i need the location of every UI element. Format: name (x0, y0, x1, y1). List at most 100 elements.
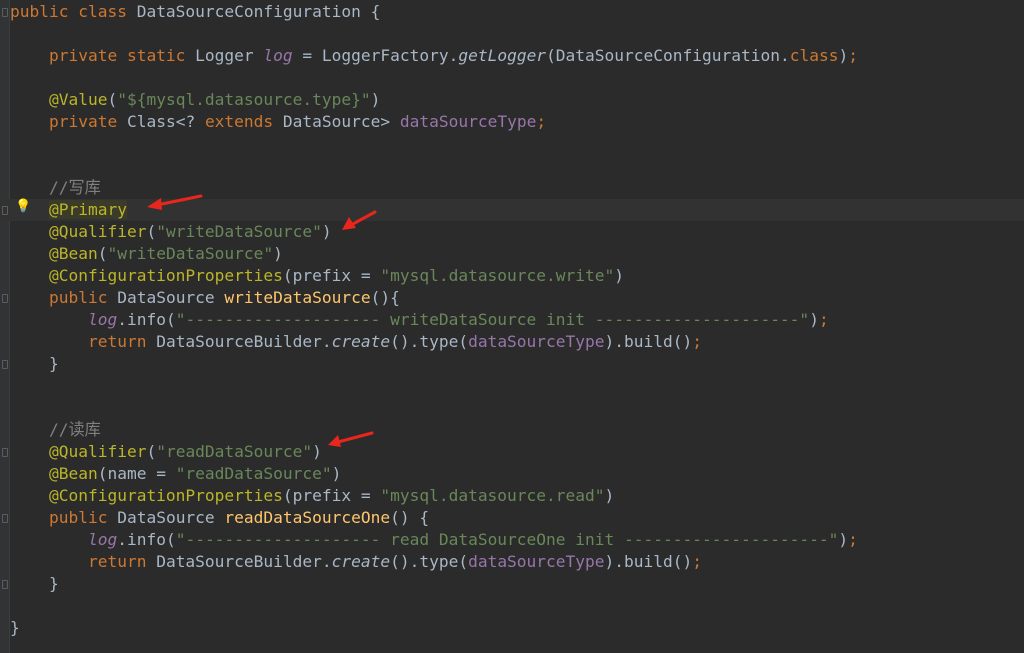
annotation-arrow-write-qualifier (342, 210, 377, 230)
code-line[interactable]: public class DataSourceConfiguration { (0, 1, 1024, 23)
code-token: log (263, 46, 293, 65)
code-line[interactable]: @Bean("writeDataSource") (0, 243, 1024, 265)
code-token: public (48, 508, 108, 527)
code-token: @Qualifier (48, 442, 147, 461)
code-token: DataSourceBuilder. (146, 552, 332, 571)
code-token: return (87, 552, 147, 571)
code-token: extends (204, 112, 274, 131)
code-token: ) (604, 486, 615, 505)
code-token: DataSource> (273, 112, 400, 131)
code-line[interactable]: @Qualifier("readDataSource") (0, 441, 1024, 463)
code-token: ; (692, 552, 702, 571)
fold-marker-icon[interactable] (2, 8, 8, 17)
code-token: private (48, 112, 118, 131)
code-token: @Bean (48, 244, 98, 263)
code-token: dataSourceType (468, 552, 605, 571)
code-token: DataSource (107, 288, 225, 307)
lightbulb-icon[interactable]: 💡 (15, 200, 31, 214)
code-token: ( (107, 90, 118, 109)
code-line[interactable]: } (0, 617, 1024, 639)
code-line[interactable]: @ConfigurationProperties(prefix = "mysql… (0, 485, 1024, 507)
code-token: () { (390, 508, 430, 527)
code-token: "-------------------- writeDataSource in… (175, 310, 810, 329)
code-token: "mysql.datasource.write" (380, 266, 615, 285)
code-token: ().type( (390, 332, 469, 351)
code-token: DataSourceConfiguration { (126, 2, 381, 21)
code-token: ( (146, 222, 157, 241)
code-line[interactable]: private Class<? extends DataSource> data… (0, 111, 1024, 133)
code-line[interactable]: //读库 (0, 419, 1024, 441)
code-line[interactable] (0, 67, 1024, 89)
code-token: @ConfigurationProperties (48, 486, 283, 505)
code-token: } (10, 354, 59, 373)
code-line[interactable]: } (0, 573, 1024, 595)
code-token: DataSource (107, 508, 225, 527)
code-token: Class<? (117, 112, 205, 131)
code-line[interactable] (0, 155, 1024, 177)
code-token: ) (312, 442, 322, 461)
code-token: "mysql.datasource.read" (380, 486, 605, 505)
code-line[interactable]: @Value("${mysql.datasource.type}") (0, 89, 1024, 111)
fold-marker-icon[interactable] (2, 206, 8, 215)
code-token: "writeDataSource" (107, 244, 274, 263)
code-token: dataSourceType (468, 332, 605, 351)
code-line[interactable]: log.info("-------------------- read Data… (0, 529, 1024, 551)
code-token: ) (614, 266, 625, 285)
code-token: ) (838, 530, 849, 549)
code-token: .info( (117, 530, 176, 549)
code-line[interactable] (0, 375, 1024, 397)
code-token: //写库 (10, 178, 101, 197)
code-line[interactable]: return DataSourceBuilder.create().type(d… (0, 331, 1024, 353)
code-token: ( (146, 442, 157, 461)
code-token: } (10, 618, 20, 637)
fold-marker-icon[interactable] (2, 448, 8, 457)
code-token: return (87, 332, 147, 351)
code-token: readDataSourceOne (224, 508, 391, 527)
code-token: DataSourceBuilder. (146, 332, 332, 351)
code-token: ( (97, 244, 108, 263)
code-token: (){ (370, 288, 400, 307)
code-line[interactable]: @Qualifier("writeDataSource") (0, 221, 1024, 243)
annotation-arrow-primary (147, 194, 203, 210)
code-token: ) (809, 310, 819, 329)
code-line[interactable]: @Bean(name = "readDataSource") (0, 463, 1024, 485)
code-token: (prefix = (282, 266, 381, 285)
code-token: @Bean (48, 464, 98, 483)
code-line[interactable]: log.info("-------------------- writeData… (0, 309, 1024, 331)
code-editor[interactable]: public class DataSourceConfiguration { p… (0, 0, 1024, 653)
code-line[interactable]: @ConfigurationProperties(prefix = "mysql… (0, 265, 1024, 287)
code-token: } (10, 574, 59, 593)
code-token: @Qualifier (48, 222, 147, 241)
code-token: writeDataSource (224, 288, 371, 307)
code-token: @Primary (48, 200, 127, 219)
code-token: "-------------------- read DataSourceOne… (175, 530, 839, 549)
code-line[interactable] (0, 23, 1024, 45)
code-token: "readDataSource" (156, 442, 313, 461)
code-line[interactable] (0, 397, 1024, 419)
fold-marker-icon[interactable] (2, 360, 8, 369)
code-line[interactable]: return DataSourceBuilder.create().type(d… (0, 551, 1024, 573)
code-line[interactable]: public DataSource writeDataSource(){ (0, 287, 1024, 309)
fold-marker-icon[interactable] (2, 580, 8, 589)
code-token: "writeDataSource" (156, 222, 322, 241)
fold-marker-icon[interactable] (2, 294, 8, 303)
code-line[interactable]: public DataSource readDataSourceOne() { (0, 507, 1024, 529)
code-line[interactable]: private static Logger log = LoggerFactor… (0, 45, 1024, 67)
code-token: //读库 (10, 420, 101, 439)
code-token: (prefix = (282, 486, 381, 505)
code-token: log (87, 310, 118, 329)
code-line[interactable] (0, 595, 1024, 617)
code-token: public class (10, 2, 127, 21)
code-line[interactable]: } (0, 353, 1024, 375)
code-line[interactable] (0, 133, 1024, 155)
fold-marker-icon[interactable] (2, 514, 8, 523)
